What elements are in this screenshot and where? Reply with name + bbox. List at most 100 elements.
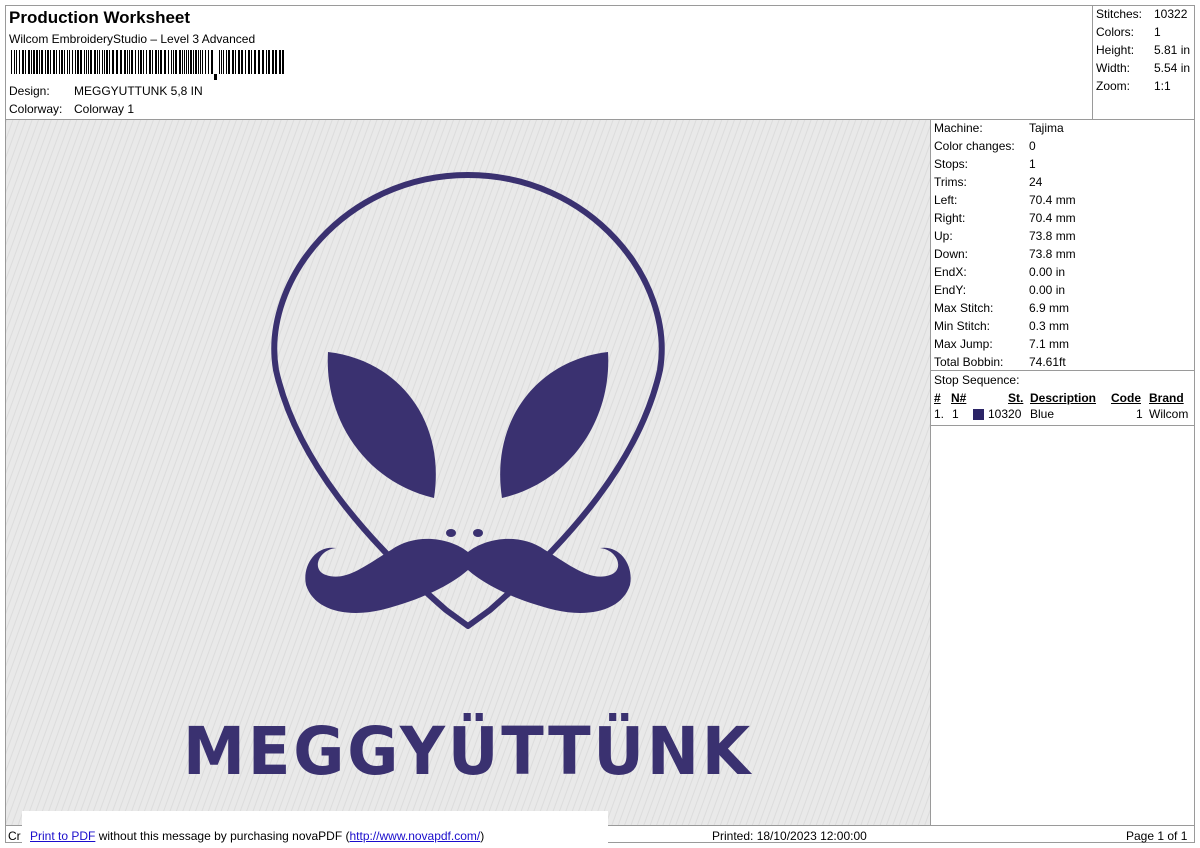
barcode-bar xyxy=(75,50,76,74)
info-label: Min Stitch: xyxy=(934,319,991,333)
barcode-bar xyxy=(160,50,162,74)
col-brand-header: Brand xyxy=(1149,391,1184,405)
barcode-bar xyxy=(198,50,199,74)
info-label: Total Bobbin: xyxy=(934,355,1004,369)
info-row: Left: 70.4 mm xyxy=(934,193,1076,207)
colorway-label: Colorway: xyxy=(9,102,63,116)
embroidery-design: MEGGYÜTTÜNK xyxy=(6,120,930,825)
info-value: 73.8 mm xyxy=(1029,247,1076,261)
info-value: 6.9 mm xyxy=(1029,301,1070,315)
barcode-bar xyxy=(31,50,32,74)
info-value: 0 xyxy=(1029,139,1036,153)
info-value: Tajima xyxy=(1029,121,1064,135)
info-label: Max Stitch: xyxy=(934,301,994,315)
col-st-header: St. xyxy=(1008,391,1024,405)
barcode-bar xyxy=(14,50,15,74)
info-value: 0.00 in xyxy=(1029,265,1066,279)
col-num-header: # xyxy=(934,391,941,405)
summary-row: Stitches: 10322 xyxy=(1096,7,1187,21)
row-n: 1 xyxy=(952,407,959,421)
stop-sequence: Stop Sequence: # N# St. Description Code… xyxy=(931,370,1195,426)
barcode-bar xyxy=(184,50,185,74)
barcode-bar xyxy=(112,50,114,74)
info-label: Right: xyxy=(934,211,966,225)
worksheet-title: Production Worksheet xyxy=(9,8,191,27)
barcode-bar xyxy=(138,50,139,74)
info-value: 24 xyxy=(1029,175,1043,189)
info-label: Left: xyxy=(934,193,958,207)
colorway-row: Colorway: Colorway 1 xyxy=(9,102,134,116)
row-stitches: 10320 xyxy=(988,407,1022,421)
barcode-bar xyxy=(248,50,250,74)
barcode-bar xyxy=(53,50,55,74)
info-value: 1 xyxy=(1029,157,1036,171)
info-value: 74.61ft xyxy=(1029,355,1066,369)
barcode-bar xyxy=(106,50,108,74)
barcode-bar xyxy=(245,50,246,74)
barcode-bar xyxy=(88,50,89,74)
barcode-bar xyxy=(149,50,151,74)
summary-label: Colors: xyxy=(1096,25,1135,39)
barcode-bar xyxy=(72,50,73,74)
barcode-bar xyxy=(67,50,68,74)
summary-label: Width: xyxy=(1096,61,1131,75)
info-row: Total Bobbin: 74.61ft xyxy=(934,355,1066,369)
barcode-bar xyxy=(127,50,128,74)
barcode-bar xyxy=(186,50,187,74)
barcode-bar xyxy=(200,50,201,74)
barcode-bar xyxy=(175,50,177,74)
row-brand: Wilcom xyxy=(1149,407,1189,421)
summary-row: Width: 5.54 in xyxy=(1096,61,1190,75)
summary-value: 10322 xyxy=(1154,7,1188,21)
barcode-bar xyxy=(152,50,153,74)
summary-row: Zoom: 1:1 xyxy=(1096,79,1171,93)
row-description: Blue xyxy=(1030,407,1055,421)
info-value: 7.1 mm xyxy=(1029,337,1070,351)
barcode-bar xyxy=(124,50,126,74)
print-to-pdf-link[interactable]: Print to PDF xyxy=(30,829,95,843)
info-row: Max Jump: 7.1 mm xyxy=(934,337,1069,351)
barcode-bar xyxy=(97,50,98,74)
summary-row: Colors: 1 xyxy=(1096,25,1161,39)
info-label: EndX: xyxy=(934,265,967,279)
info-row: Up: 73.8 mm xyxy=(934,229,1076,243)
info-row: Trims: 24 xyxy=(934,175,1042,189)
barcode-bar xyxy=(235,50,236,74)
novapdf-notice: Print to PDF without this message by pur… xyxy=(22,811,608,845)
barcode-bar xyxy=(193,50,194,74)
summary-value: 1:1 xyxy=(1154,79,1171,93)
barcode-bar xyxy=(90,50,92,74)
info-value: 0.00 in xyxy=(1029,283,1066,297)
info-row: Min Stitch: 0.3 mm xyxy=(934,319,1069,333)
info-value: 73.8 mm xyxy=(1029,229,1076,243)
barcode-bar xyxy=(208,50,209,74)
barcode-bar xyxy=(39,50,40,74)
stop-sequence-title: Stop Sequence: xyxy=(934,373,1020,387)
novapdf-url-link[interactable]: http://www.novapdf.com/ xyxy=(350,829,481,843)
barcode-bar xyxy=(188,50,189,74)
info-row: Max Stitch: 6.9 mm xyxy=(934,301,1069,315)
barcode-bar xyxy=(219,50,220,74)
barcode-bar xyxy=(251,50,252,74)
summary-row: Height: 5.81 in xyxy=(1096,43,1190,57)
col-description-header: Description xyxy=(1030,391,1097,405)
barcode-bar xyxy=(146,50,147,74)
info-value: 70.4 mm xyxy=(1029,211,1076,225)
barcode-bar xyxy=(158,50,159,74)
row-code: 1 xyxy=(1136,407,1143,421)
novapdf-message-line: Print to PDF without this message by pur… xyxy=(30,829,484,843)
barcode-bar xyxy=(129,50,130,74)
design-label: Design: xyxy=(9,84,50,98)
summary-label: Stitches: xyxy=(1096,7,1143,21)
info-label: Max Jump: xyxy=(934,337,993,351)
col-n-header: N# xyxy=(951,391,967,405)
summary-panel: Stitches: 10322 Colors: 1 Height: 5.81 in W… xyxy=(1092,6,1195,119)
barcode-bar xyxy=(69,50,70,74)
thread-color-swatch xyxy=(973,409,984,420)
barcode-bar xyxy=(86,50,87,74)
barcode-bar xyxy=(102,50,103,74)
barcode-bar xyxy=(275,50,277,74)
barcode-bar xyxy=(214,74,217,80)
info-row: Machine: Tajima xyxy=(934,121,1064,135)
barcode-bar xyxy=(202,50,203,74)
